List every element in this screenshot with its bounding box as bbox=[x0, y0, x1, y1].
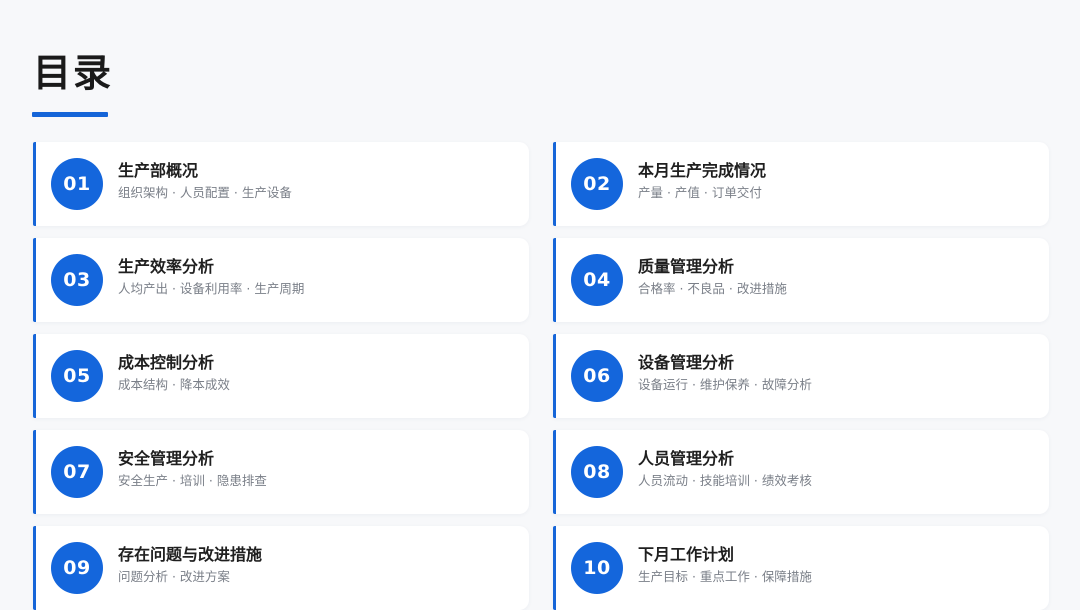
toc-grid: 01 生产部概况 组织架构 · 人员配置 · 生产设备 02 本月生产完成情况 … bbox=[33, 142, 1049, 610]
toc-item-subtitle: 安全生产 · 培训 · 隐患排查 bbox=[118, 473, 267, 488]
toc-number-badge: 03 bbox=[51, 254, 103, 306]
toc-item-text: 存在问题与改进措施 问题分析 · 改进方案 bbox=[118, 545, 262, 586]
toc-item-title: 质量管理分析 bbox=[638, 257, 735, 276]
toc-item-subtitle: 产量 · 产值 · 订单交付 bbox=[638, 185, 762, 200]
toc-item-01[interactable]: 01 生产部概况 组织架构 · 人员配置 · 生产设备 bbox=[33, 142, 529, 226]
page-title: 目录 bbox=[33, 51, 114, 95]
toc-item-title: 成本控制分析 bbox=[118, 353, 215, 372]
toc-item-09[interactable]: 09 存在问题与改进措施 问题分析 · 改进方案 bbox=[33, 526, 529, 610]
toc-item-title: 生产部概况 bbox=[118, 161, 199, 180]
toc-item-08[interactable]: 08 人员管理分析 人员流动 · 技能培训 · 绩效考核 bbox=[553, 430, 1049, 514]
toc-item-title: 存在问题与改进措施 bbox=[118, 545, 263, 564]
toc-item-02[interactable]: 02 本月生产完成情况 产量 · 产值 · 订单交付 bbox=[553, 142, 1049, 226]
toc-item-subtitle: 生产目标 · 重点工作 · 保障措施 bbox=[638, 569, 812, 584]
toc-number-badge: 09 bbox=[51, 542, 103, 594]
toc-item-10[interactable]: 10 下月工作计划 生产目标 · 重点工作 · 保障措施 bbox=[553, 526, 1049, 610]
toc-item-subtitle: 成本结构 · 降本成效 bbox=[118, 377, 230, 392]
toc-number-badge: 10 bbox=[571, 542, 623, 594]
toc-item-text: 质量管理分析 合格率 · 不良品 · 改进措施 bbox=[638, 257, 787, 298]
toc-item-subtitle: 人均产出 · 设备利用率 · 生产周期 bbox=[118, 281, 305, 296]
toc-item-text: 设备管理分析 设备运行 · 维护保养 · 故障分析 bbox=[638, 353, 812, 394]
toc-number-badge: 07 bbox=[51, 446, 103, 498]
toc-item-text: 下月工作计划 生产目标 · 重点工作 · 保障措施 bbox=[638, 545, 812, 586]
toc-item-03[interactable]: 03 生产效率分析 人均产出 · 设备利用率 · 生产周期 bbox=[33, 238, 529, 322]
toc-item-text: 人员管理分析 人员流动 · 技能培训 · 绩效考核 bbox=[638, 449, 812, 490]
toc-item-title: 生产效率分析 bbox=[118, 257, 215, 276]
toc-item-title: 安全管理分析 bbox=[118, 449, 215, 468]
toc-item-text: 生产效率分析 人均产出 · 设备利用率 · 生产周期 bbox=[118, 257, 305, 298]
toc-item-text: 安全管理分析 安全生产 · 培训 · 隐患排查 bbox=[118, 449, 267, 490]
title-underline bbox=[32, 112, 108, 117]
toc-item-subtitle: 合格率 · 不良品 · 改进措施 bbox=[638, 281, 787, 296]
toc-number-badge: 05 bbox=[51, 350, 103, 402]
toc-item-04[interactable]: 04 质量管理分析 合格率 · 不良品 · 改进措施 bbox=[553, 238, 1049, 322]
toc-number-badge: 02 bbox=[571, 158, 623, 210]
toc-item-title: 人员管理分析 bbox=[638, 449, 735, 468]
toc-item-05[interactable]: 05 成本控制分析 成本结构 · 降本成效 bbox=[33, 334, 529, 418]
toc-item-title: 下月工作计划 bbox=[638, 545, 735, 564]
toc-item-07[interactable]: 07 安全管理分析 安全生产 · 培训 · 隐患排查 bbox=[33, 430, 529, 514]
toc-item-text: 本月生产完成情况 产量 · 产值 · 订单交付 bbox=[638, 161, 766, 202]
toc-item-subtitle: 问题分析 · 改进方案 bbox=[118, 569, 230, 584]
toc-number-badge: 01 bbox=[51, 158, 103, 210]
toc-item-subtitle: 设备运行 · 维护保养 · 故障分析 bbox=[638, 377, 812, 392]
toc-item-subtitle: 组织架构 · 人员配置 · 生产设备 bbox=[118, 185, 292, 200]
toc-item-subtitle: 人员流动 · 技能培训 · 绩效考核 bbox=[638, 473, 812, 488]
toc-number-badge: 08 bbox=[571, 446, 623, 498]
toc-number-badge: 04 bbox=[571, 254, 623, 306]
toc-item-text: 成本控制分析 成本结构 · 降本成效 bbox=[118, 353, 230, 394]
toc-item-title: 本月生产完成情况 bbox=[638, 161, 767, 180]
toc-item-title: 设备管理分析 bbox=[638, 353, 735, 372]
toc-item-06[interactable]: 06 设备管理分析 设备运行 · 维护保养 · 故障分析 bbox=[553, 334, 1049, 418]
toc-number-badge: 06 bbox=[571, 350, 623, 402]
toc-item-text: 生产部概况 组织架构 · 人员配置 · 生产设备 bbox=[118, 161, 292, 202]
